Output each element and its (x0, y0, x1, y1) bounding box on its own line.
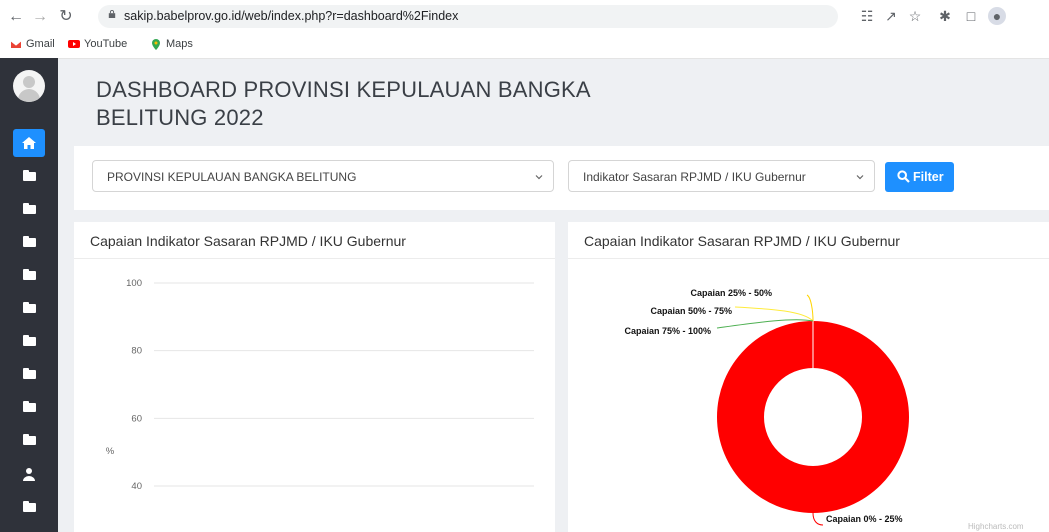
sidepanel-icon[interactable]: □ (962, 7, 980, 25)
region-select-value: PROVINSI KEPULAUAN BANGKA BELITUNG (107, 170, 357, 184)
profile-icon[interactable]: ● (988, 7, 1006, 25)
browser-nav-row: ← → ↻ sakip.babelprov.go.id/web/index.ph… (0, 0, 1049, 34)
sidebar-item-folder-10[interactable] (13, 493, 45, 521)
chart-credit: Highcharts.com (968, 522, 1024, 531)
sidebar-item-folder-6[interactable] (13, 327, 45, 355)
donut-chart-card: Capaian Indikator Sasaran RPJMD / IKU Gu… (568, 222, 1049, 532)
url-text: sakip.babelprov.go.id/web/index.php?r=da… (124, 9, 459, 23)
sidebar-item-home[interactable] (13, 129, 45, 157)
bookmark-label: YouTube (84, 38, 128, 50)
folder-icon (23, 434, 36, 445)
folder-icon (23, 335, 36, 346)
folder-icon (23, 170, 36, 181)
sidebar-item-folder-7[interactable] (13, 360, 45, 388)
bookmark-label: Gmail (26, 38, 55, 50)
folder-icon (23, 401, 36, 412)
bar-chart: 100 80 60 40% (106, 278, 534, 492)
label-connector (812, 512, 824, 526)
bookmark-gmail[interactable]: Gmail (10, 38, 55, 50)
avatar[interactable] (13, 70, 45, 102)
translate-icon[interactable]: ☷ (858, 7, 876, 25)
slice-label: Capaian 50% - 75% (650, 306, 732, 316)
address-bar[interactable]: sakip.babelprov.go.id/web/index.php?r=da… (98, 5, 838, 28)
chevron-down-icon (535, 175, 543, 180)
share-icon[interactable]: ↗ (882, 7, 900, 25)
extensions-icon[interactable]: ✱ (936, 7, 954, 25)
lock-icon (108, 10, 116, 18)
sidebar-item-folder-5[interactable] (13, 294, 45, 322)
bookmark-label: Maps (166, 38, 193, 50)
y-tick-label: 80 (131, 346, 142, 357)
sidebar-item-folder-2[interactable] (13, 195, 45, 223)
sidebar-item-folder-8[interactable] (13, 393, 45, 421)
back-arrow-icon[interactable]: ← (6, 7, 26, 27)
gmail-icon (10, 40, 22, 48)
sidebar-item-folder-3[interactable] (13, 228, 45, 256)
sidebar-item-folder-4[interactable] (13, 261, 45, 289)
label-connector (734, 306, 814, 322)
sidebar-item-user[interactable] (13, 460, 45, 488)
folder-icon (23, 236, 36, 247)
filter-button[interactable]: Filter (885, 162, 954, 192)
search-icon (897, 170, 910, 183)
donut-chart: Highcharts.com Capaian 0% - 25% Capaian 2… (624, 288, 1024, 531)
slice-label: Capaian 0% - 25% (826, 514, 903, 524)
star-icon[interactable]: ☆ (906, 7, 924, 25)
chevron-down-icon (856, 175, 864, 180)
y-tick-label: 60 (131, 413, 142, 424)
indicator-select[interactable]: Indikator Sasaran RPJMD / IKU Gubernur (568, 160, 875, 192)
folder-icon (23, 501, 36, 512)
sidebar (0, 58, 58, 532)
bookmark-maps[interactable]: Maps (150, 38, 193, 50)
sidebar-item-folder-1[interactable] (13, 162, 45, 190)
page-title: DASHBOARD PROVINSI KEPULAUAN BANGKA BELI… (96, 77, 590, 130)
region-select[interactable]: PROVINSI KEPULAUAN BANGKA BELITUNG (92, 160, 554, 192)
slice-label: Capaian 75% - 100% (624, 326, 711, 336)
y-axis-label: % (106, 446, 115, 457)
sidebar-item-folder-9[interactable] (13, 426, 45, 454)
bar-chart-card: Capaian Indikator Sasaran RPJMD / IKU Gu… (74, 222, 555, 532)
youtube-icon (68, 40, 80, 48)
browser-chrome: ← → ↻ sakip.babelprov.go.id/web/index.ph… (0, 0, 1049, 59)
filter-button-label: Filter (913, 170, 944, 184)
home-icon (22, 137, 36, 149)
slice-label: Capaian 25% - 50% (690, 288, 772, 298)
forward-arrow-icon[interactable]: → (30, 7, 50, 27)
indicator-select-value: Indikator Sasaran RPJMD / IKU Gubernur (583, 170, 806, 184)
folder-icon (23, 269, 36, 280)
reload-icon[interactable]: ↻ (56, 7, 76, 27)
folder-icon (23, 368, 36, 379)
folder-icon (23, 203, 36, 214)
folder-icon (23, 302, 36, 313)
y-tick-label: 40 (131, 481, 142, 492)
user-icon (23, 468, 35, 481)
y-tick-label: 100 (126, 278, 142, 289)
maps-icon (152, 39, 160, 50)
bookmark-youtube[interactable]: YouTube (68, 38, 127, 50)
bookmarks-bar: Gmail YouTube Maps (0, 35, 1049, 55)
